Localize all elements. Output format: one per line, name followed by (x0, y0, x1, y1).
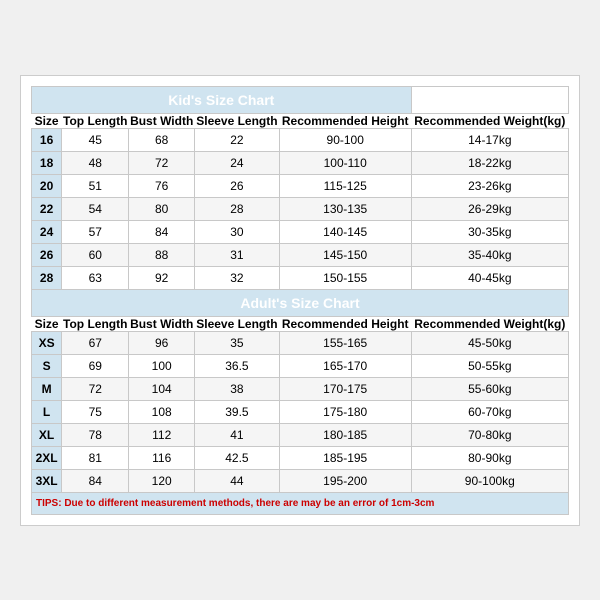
cell-sleeve-length: 22 (195, 128, 280, 151)
tips-row: TIPS: Due to different measurement metho… (32, 492, 569, 514)
table-row: XS 67 96 35 155-165 45-50kg (32, 331, 569, 354)
chart-container: Kid's Size Chart Unite: CM Size Top Leng… (20, 75, 580, 526)
adults-section-header: Adult's Size Chart (32, 289, 569, 316)
col-sleeve-length: Sleeve Length (195, 113, 280, 128)
col-rec-weight-a: Recommended Weight(kg) (411, 316, 568, 331)
table-row: 3XL 84 120 44 195-200 90-100kg (32, 469, 569, 492)
adults-col-header: Size Top Length Bust Width Sleeve Length… (32, 316, 569, 331)
table-row: 20 51 76 26 115-125 23-26kg (32, 174, 569, 197)
table-row: 16 45 68 22 90-100 14-17kg (32, 128, 569, 151)
col-top-length: Top Length (62, 113, 129, 128)
kids-section-header: Kid's Size Chart Unite: CM (32, 86, 569, 113)
size-chart-table: Kid's Size Chart Unite: CM Size Top Leng… (31, 86, 569, 515)
cell-rec-weight: 14-17kg (411, 128, 568, 151)
table-row: 22 54 80 28 130-135 26-29kg (32, 197, 569, 220)
tips-text: TIPS: Due to different measurement metho… (32, 492, 569, 514)
col-sleeve-length-a: Sleeve Length (195, 316, 280, 331)
kids-title: Kid's Size Chart (32, 86, 412, 113)
col-rec-weight: Recommended Weight(kg) (411, 113, 568, 128)
table-row: 2XL 81 116 42.5 185-195 80-90kg (32, 446, 569, 469)
table-row: XL 78 112 41 180-185 70-80kg (32, 423, 569, 446)
table-row: 24 57 84 30 140-145 30-35kg (32, 220, 569, 243)
col-bust-width-a: Bust Width (129, 316, 195, 331)
col-size-a: Size (32, 316, 62, 331)
table-row: L 75 108 39.5 175-180 60-70kg (32, 400, 569, 423)
table-row: 28 63 92 32 150-155 40-45kg (32, 266, 569, 289)
cell-bust-width: 68 (129, 128, 195, 151)
cell-rec-height: 90-100 (279, 128, 411, 151)
kids-col-header: Size Top Length Bust Width Sleeve Length… (32, 113, 569, 128)
col-bust-width: Bust Width (129, 113, 195, 128)
cell-size: 16 (32, 128, 62, 151)
table-row: 18 48 72 24 100-110 18-22kg (32, 151, 569, 174)
table-row: 26 60 88 31 145-150 35-40kg (32, 243, 569, 266)
col-top-length-a: Top Length (62, 316, 129, 331)
table-row: M 72 104 38 170-175 55-60kg (32, 377, 569, 400)
table-row: S 69 100 36.5 165-170 50-55kg (32, 354, 569, 377)
adults-title: Adult's Size Chart (32, 289, 569, 316)
cell-top-length: 45 (62, 128, 129, 151)
col-rec-height-a: Recommended Height (279, 316, 411, 331)
col-rec-height: Recommended Height (279, 113, 411, 128)
unit-label: Unite: CM (411, 86, 568, 113)
col-size: Size (32, 113, 62, 128)
